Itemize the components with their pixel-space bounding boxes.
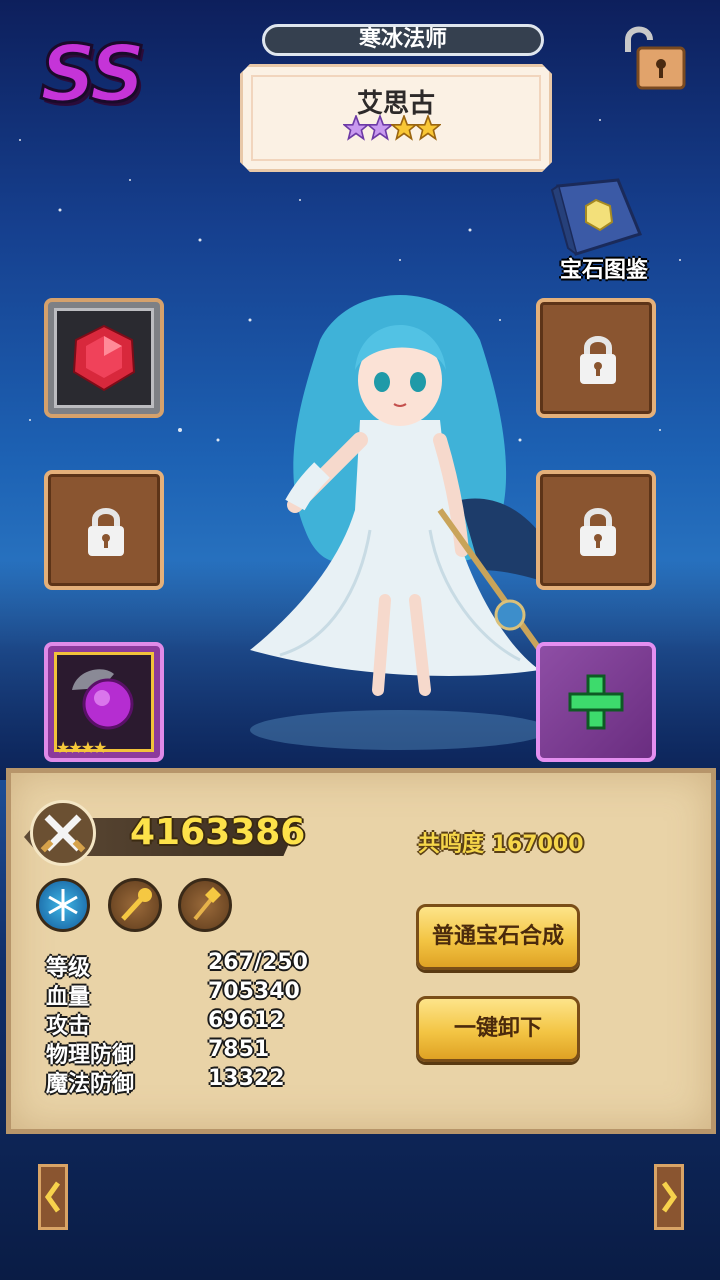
stat-value: 69612 xyxy=(208,1008,285,1033)
stat-value: 267/250 xyxy=(208,950,308,975)
gem-book-label[interactable]: 宝石图鉴 xyxy=(546,252,662,284)
stat-label: 攻击 xyxy=(46,1014,91,1039)
purple-star-icon xyxy=(343,115,369,141)
gem-slot-right-2[interactable] xyxy=(536,470,656,590)
green-plus-icon xyxy=(568,674,624,730)
gem-synthesize-button[interactable]: 普通宝石合成 xyxy=(416,904,580,970)
gem-slot-left-2[interactable] xyxy=(44,470,164,590)
red-gem-icon xyxy=(72,324,136,392)
crossed-swords-icon xyxy=(30,800,96,866)
stat-value: 7851 xyxy=(208,1037,270,1062)
padlock-icon xyxy=(88,508,124,556)
gem-slot-left-1[interactable] xyxy=(44,298,164,418)
gold-star-icon xyxy=(415,115,441,141)
stat-label: 等级 xyxy=(46,956,91,981)
prev-hero-button[interactable] xyxy=(38,1164,68,1230)
stat-label: 魔法防御 xyxy=(46,1072,135,1097)
unlocked-padlock-icon[interactable] xyxy=(620,22,690,90)
purple-star-icon xyxy=(367,115,393,141)
hero-name-panel: 艾思古 xyxy=(240,64,552,172)
purple-gem-dragon-icon xyxy=(72,669,134,730)
gem-slot-right-3-add[interactable] xyxy=(536,642,656,762)
stat-label: 物理防御 xyxy=(46,1043,135,1068)
hero-class-title: 寒冰法师 xyxy=(262,24,544,56)
combat-power-value: 4163386 xyxy=(130,812,306,853)
gem-star-rating: ★★★★ xyxy=(56,738,107,757)
padlock-icon xyxy=(580,336,616,384)
stat-value: 705340 xyxy=(208,979,300,1004)
rank-badge: SS xyxy=(39,29,148,122)
resonance-value: 共鸣度 167000 xyxy=(418,832,584,857)
scepter-skill-icon[interactable] xyxy=(178,878,232,932)
stat-value: 13322 xyxy=(208,1066,285,1091)
hero-star-rating xyxy=(343,115,441,141)
gold-star-icon xyxy=(391,115,417,141)
gem-book-icon[interactable] xyxy=(548,178,648,258)
gem-slot-left-3[interactable]: ★★★★ xyxy=(44,642,164,762)
chevron-left-icon xyxy=(44,1181,61,1213)
golden-staff-skill-icon[interactable] xyxy=(108,878,162,932)
ice-snowflake-skill-icon[interactable] xyxy=(36,878,90,932)
stat-label: 血量 xyxy=(46,985,91,1010)
padlock-icon xyxy=(580,508,616,556)
hero-character-illustration xyxy=(250,295,570,750)
chevron-right-icon xyxy=(661,1181,678,1213)
gem-slot-right-1[interactable] xyxy=(536,298,656,418)
next-hero-button[interactable] xyxy=(654,1164,684,1230)
unequip-all-button[interactable]: 一键卸下 xyxy=(416,996,580,1062)
